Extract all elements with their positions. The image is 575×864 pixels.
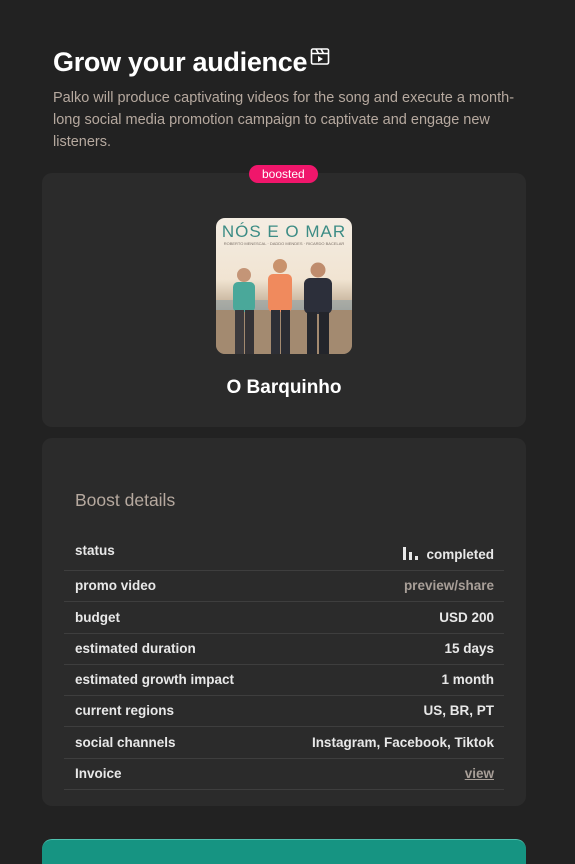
- bottom-action-panel[interactable]: [42, 839, 526, 864]
- detail-row-duration: estimated duration 15 days: [64, 634, 504, 665]
- detail-row-invoice: Invoice view: [64, 759, 504, 791]
- page-description: Palko will produce captivating videos fo…: [53, 90, 515, 150]
- detail-label: estimated growth impact: [75, 672, 235, 688]
- boost-details-table: status completed promo video preview/sha…: [64, 536, 504, 791]
- detail-label: current regions: [75, 703, 175, 719]
- detail-value: 15 days: [444, 640, 494, 656]
- detail-value-status: completed: [403, 547, 494, 562]
- page: Grow your audience Palko will produce ca…: [0, 0, 575, 864]
- detail-row-promo-video: promo video preview/share: [64, 571, 504, 603]
- page-title: Grow your audience: [53, 47, 308, 77]
- detail-row-social-channels: social channels Instagram, Facebook, Tik…: [64, 727, 504, 759]
- detail-row-growth-impact: estimated growth impact 1 month: [64, 665, 504, 697]
- detail-label: social channels: [75, 734, 176, 750]
- promo-video-link[interactable]: preview/share: [404, 578, 494, 593]
- status-text: completed: [426, 547, 494, 562]
- song-title: O Barquinho: [226, 377, 342, 398]
- bar-chart-icon: [403, 547, 419, 560]
- detail-label: status: [75, 543, 115, 558]
- page-header: Grow your audience Palko will produce ca…: [53, 44, 523, 153]
- detail-label: budget: [75, 609, 120, 625]
- cover-title: NÓS E O MAR: [222, 222, 346, 241]
- title-row: Grow your audience: [53, 44, 523, 80]
- detail-label: Invoice: [75, 766, 122, 782]
- album-cover: NÓS E O MAR ROBERTO MENESCAL · DADDO MEN…: [216, 218, 352, 354]
- detail-row-budget: budget USD 200: [64, 602, 504, 634]
- detail-value: Instagram, Facebook, Tiktok: [311, 734, 494, 750]
- clapperboard-icon: [310, 48, 330, 65]
- invoice-view-link[interactable]: view: [465, 766, 494, 781]
- boosted-badge: boosted: [249, 165, 318, 183]
- detail-value-invoice: view: [465, 766, 494, 781]
- cover-artists: ROBERTO MENESCAL · DADDO MENDES · RICARD…: [224, 241, 345, 246]
- detail-value: US, BR, PT: [423, 703, 494, 719]
- boost-details-card: Boost details status completed promo vid…: [42, 438, 526, 806]
- album-cover-art: NÓS E O MAR ROBERTO MENESCAL · DADDO MEN…: [216, 218, 352, 354]
- detail-row-status: status completed: [64, 536, 504, 571]
- detail-label: estimated duration: [75, 640, 196, 656]
- song-card: NÓS E O MAR ROBERTO MENESCAL · DADDO MEN…: [42, 173, 526, 427]
- detail-value: USD 200: [439, 609, 494, 625]
- detail-row-regions: current regions US, BR, PT: [64, 696, 504, 728]
- boost-details-heading: Boost details: [75, 490, 176, 510]
- detail-value: 1 month: [441, 672, 495, 688]
- detail-label: promo video: [75, 578, 157, 594]
